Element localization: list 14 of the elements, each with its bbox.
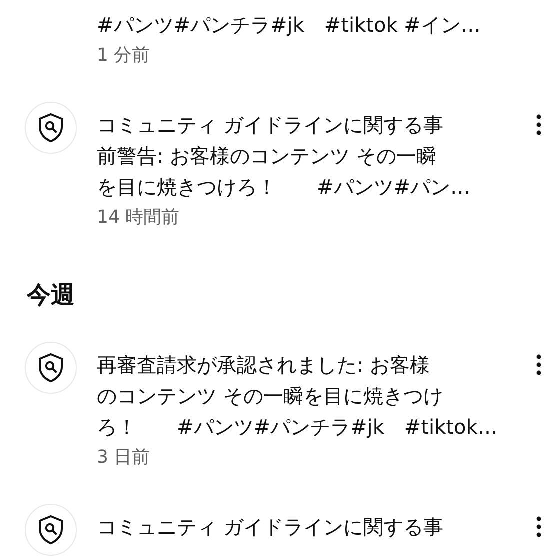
notification-time: 3 日前 [97, 446, 152, 470]
section-heading: 今週 [27, 280, 76, 311]
notification-time: 1 分前 [97, 44, 152, 68]
notification-text[interactable]: コミュニティ ガイドラインに関する事 [97, 512, 497, 543]
shield-search-icon [38, 353, 64, 383]
notification-text[interactable]: コミュニティ ガイドラインに関する事 前警告: お客様のコンテンツ その一瞬 を目に焼きつけろ！ #パンツ#パン… [97, 110, 497, 203]
shield-search-icon [38, 515, 64, 545]
notification-time: 14 時間前 [97, 206, 181, 230]
more-options-icon[interactable] [536, 516, 542, 538]
notification-text[interactable]: #パンツ#パンチラ#jk #tiktok #イン… [97, 10, 497, 41]
shield-search-icon [38, 113, 64, 143]
more-options-icon[interactable] [536, 114, 542, 136]
more-options-icon[interactable] [536, 354, 542, 376]
notification-text[interactable]: 再審査請求が承認されました: お客様 のコンテンツ その一瞬を目に焼きつけ ろ！ #パンツ#パンチラ#jk #tiktok… [97, 350, 497, 443]
